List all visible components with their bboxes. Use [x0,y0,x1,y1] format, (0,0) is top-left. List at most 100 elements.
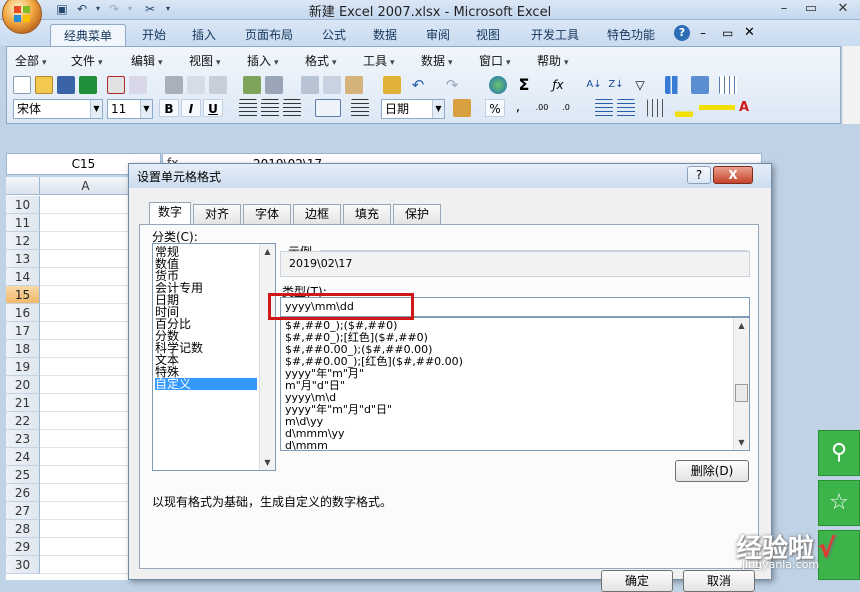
row-header[interactable]: 25 [6,466,40,484]
sort-ascending-icon[interactable]: A↓ [585,76,603,94]
row-header[interactable]: 11 [6,214,40,232]
increase-decimal-icon[interactable]: .00 [533,99,551,117]
row-header[interactable]: 15 [6,286,40,304]
tab-protection[interactable]: 保护 [393,204,441,224]
table-row[interactable] [40,304,131,322]
customize-tools-icon[interactable]: ✂ [142,1,158,17]
new-document-icon[interactable] [13,76,31,94]
row-header[interactable]: 29 [6,538,40,556]
sort-descending-icon[interactable]: Z↓ [607,76,625,94]
font-name-select[interactable]: 宋体 ▼ [13,99,103,119]
ribbon-minimize-icon[interactable]: – [700,26,706,40]
tab-view[interactable]: 视图 [466,24,510,46]
save-icon[interactable]: ▣ [54,1,70,17]
delete-button[interactable]: 删除(D) [675,460,749,482]
filter-icon[interactable]: ▽ [631,76,649,94]
table-row[interactable] [40,448,131,466]
table-row[interactable] [40,538,131,556]
table-row[interactable] [40,250,131,268]
redo-icon[interactable]: ↷ [106,1,122,17]
print-icon[interactable] [165,76,183,94]
select-all-corner[interactable] [6,177,40,195]
category-scrollbar[interactable]: ▲ ▼ [259,244,275,470]
table-row[interactable] [40,484,131,502]
scroll-thumb[interactable] [735,384,748,402]
row-header[interactable]: 30 [6,556,40,574]
table-row[interactable] [40,358,131,376]
ribbon-right-scroll[interactable] [842,46,860,124]
row-header[interactable]: 17 [6,322,40,340]
format-list-scrollbar[interactable]: ▲ ▼ [733,318,749,450]
tab-border[interactable]: 边框 [293,204,341,224]
help-icon[interactable]: ? [674,25,690,41]
tab-home[interactable]: 开始 [132,24,176,46]
menu-tools[interactable]: 工具 ▾ [363,52,395,69]
cut-icon[interactable] [301,76,319,94]
percent-button[interactable]: % [485,99,505,117]
table-row[interactable] [40,286,131,304]
font-color-icon[interactable]: A [739,99,749,117]
dialog-close-button[interactable]: X [713,166,753,184]
tab-fill[interactable]: 填充 [343,204,391,224]
format-list-item[interactable]: m\d\yy [285,416,725,428]
category-item[interactable]: 自定义 [155,378,257,390]
font-size-select[interactable]: 11 ▼ [107,99,153,119]
pdf-icon[interactable] [107,76,125,94]
menu-file[interactable]: 文件 ▾ [71,52,103,69]
table-row[interactable] [40,430,131,448]
tab-data[interactable]: 数据 [363,24,407,46]
undo-icon[interactable]: ↶ [409,76,427,94]
borders-icon[interactable] [647,99,665,117]
row-header[interactable]: 23 [6,430,40,448]
hyperlink-globe-icon[interactable] [489,76,507,94]
comma-style-icon[interactable]: , [509,99,527,117]
table-row[interactable] [40,556,131,574]
format-list-item[interactable]: d\mmm [285,440,725,452]
decrease-indent-icon[interactable] [595,99,613,117]
restore-icon[interactable]: ▭ [799,0,823,18]
table-row[interactable] [40,196,131,214]
row-header[interactable]: 24 [6,448,40,466]
row-header[interactable]: 18 [6,340,40,358]
row-header[interactable]: 27 [6,502,40,520]
row-header[interactable]: 21 [6,394,40,412]
format-painter-icon[interactable] [383,76,401,94]
table-row[interactable] [40,520,131,538]
table-row[interactable] [40,232,131,250]
fill-color-icon[interactable] [675,99,693,117]
menu-data[interactable]: 数据 ▾ [421,52,453,69]
tab-alignment[interactable]: 对齐 [193,204,241,224]
align-right-icon[interactable] [283,99,301,117]
drawing-icon[interactable] [691,76,709,94]
scroll-down-icon[interactable]: ▼ [260,455,275,470]
menu-window[interactable]: 窗口 ▾ [479,52,511,69]
table-row[interactable] [40,214,131,232]
align-center-icon[interactable] [261,99,279,117]
row-header[interactable]: 28 [6,520,40,538]
insert-function-icon[interactable]: ƒx [549,76,567,94]
menu-insert[interactable]: 插入 ▾ [247,52,279,69]
permission-icon[interactable] [129,76,147,94]
table-row[interactable] [40,394,131,412]
spelling-icon[interactable] [243,76,261,94]
format-list-item[interactable]: m"月"d"日" [285,380,725,392]
close-icon[interactable]: ✕ [826,0,860,18]
ribbon-close-icon[interactable]: ✕ [744,25,755,40]
dialog-help-button[interactable]: ? [687,166,711,184]
undo-dropdown-icon[interactable]: ▾ [90,1,106,17]
tab-insert[interactable]: 插入 [182,24,226,46]
tab-number[interactable]: 数字 [149,202,191,225]
row-header[interactable]: 16 [6,304,40,322]
row-header[interactable]: 22 [6,412,40,430]
menu-edit[interactable]: 编辑 ▾ [131,52,163,69]
autosum-icon[interactable]: Σ [515,76,533,94]
menu-format[interactable]: 格式 ▾ [305,52,337,69]
wrap-text-icon[interactable] [351,99,369,117]
row-header[interactable]: 26 [6,484,40,502]
scroll-up-icon[interactable]: ▲ [734,318,749,333]
table-row[interactable] [40,412,131,430]
open-folder-icon[interactable] [35,76,53,94]
underline-button[interactable]: U [203,99,223,117]
undo-icon[interactable]: ↶ [74,1,90,17]
row-header[interactable]: 12 [6,232,40,250]
